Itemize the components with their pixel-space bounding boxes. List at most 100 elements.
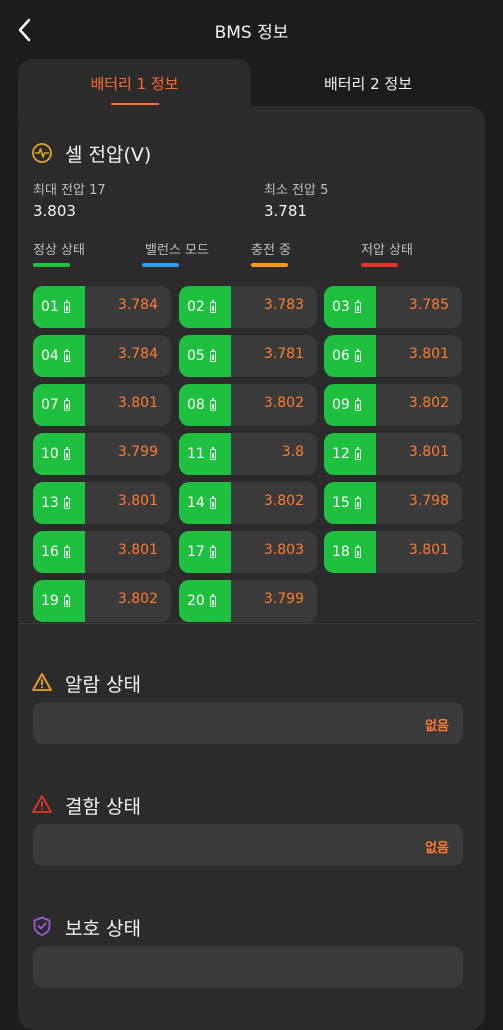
cell-voltage-value: 3.798 bbox=[408, 493, 449, 509]
cell-item[interactable]: 17 3.803 bbox=[179, 531, 317, 573]
legend-low-voltage-bar bbox=[361, 263, 398, 267]
cell-item[interactable]: 16 3.801 bbox=[33, 531, 171, 573]
cell-voltage-value: 3.801 bbox=[408, 346, 449, 362]
battery-icon bbox=[63, 299, 70, 313]
cell-item[interactable]: 19 3.802 bbox=[33, 580, 171, 622]
cell-number: 09 bbox=[332, 397, 350, 413]
cell-item[interactable]: 06 3.801 bbox=[324, 335, 462, 377]
cell-number: 05 bbox=[187, 348, 205, 364]
cell-number-block: 03 bbox=[324, 286, 376, 328]
cell-number: 13 bbox=[41, 495, 59, 511]
cell-item[interactable]: 12 3.801 bbox=[324, 433, 462, 475]
fault-status-value: 없음 bbox=[425, 841, 449, 856]
alarm-status-title: 알람 상태 bbox=[65, 674, 141, 696]
protection-status-box bbox=[33, 946, 463, 988]
cell-number: 02 bbox=[187, 299, 205, 315]
alarm-status-box: 없음 bbox=[33, 702, 463, 744]
warning-icon bbox=[31, 793, 53, 815]
cell-item[interactable]: 03 3.785 bbox=[324, 286, 462, 328]
cell-number-block: 05 bbox=[179, 335, 231, 377]
cell-number: 19 bbox=[41, 593, 59, 609]
cell-item[interactable]: 04 3.784 bbox=[33, 335, 171, 377]
battery-icon bbox=[209, 544, 216, 558]
cell-voltage-value: 3.801 bbox=[117, 395, 158, 411]
cell-voltage-value: 3.799 bbox=[117, 444, 158, 460]
cell-number: 04 bbox=[41, 348, 59, 364]
tab-battery-1[interactable]: 배터리 1 정보 bbox=[18, 73, 251, 94]
fault-status-title: 결함 상태 bbox=[65, 796, 141, 818]
legend-balance-bar bbox=[142, 263, 179, 267]
cell-number-block: 16 bbox=[33, 531, 85, 573]
cell-number-block: 08 bbox=[179, 384, 231, 426]
battery-icon bbox=[209, 397, 216, 411]
cell-number-block: 07 bbox=[33, 384, 85, 426]
legend-normal-bar bbox=[33, 263, 70, 267]
cell-number-block: 06 bbox=[324, 335, 376, 377]
battery-icon bbox=[354, 544, 361, 558]
battery-icon bbox=[63, 446, 70, 460]
max-voltage-label: 최대 전압 17 bbox=[33, 183, 106, 198]
cell-voltage-value: 3.801 bbox=[408, 444, 449, 460]
cell-item[interactable]: 13 3.801 bbox=[33, 482, 171, 524]
legend-charging-bar bbox=[251, 263, 288, 267]
battery-icon bbox=[354, 495, 361, 509]
cell-number-block: 11 bbox=[179, 433, 231, 475]
cell-number-block: 18 bbox=[324, 531, 376, 573]
cell-item[interactable]: 08 3.802 bbox=[179, 384, 317, 426]
alarm-status-value: 없음 bbox=[425, 719, 449, 734]
legend-low-voltage-label: 저압 상태 bbox=[361, 243, 413, 258]
cell-number: 15 bbox=[332, 495, 350, 511]
cell-number-block: 13 bbox=[33, 482, 85, 524]
cell-voltage-value: 3.802 bbox=[117, 591, 158, 607]
cell-item[interactable]: 11 3.8 bbox=[179, 433, 317, 475]
cell-number: 12 bbox=[332, 446, 350, 462]
cell-item[interactable]: 14 3.802 bbox=[179, 482, 317, 524]
battery-icon bbox=[209, 446, 216, 460]
cell-number-block: 01 bbox=[33, 286, 85, 328]
cell-item[interactable]: 18 3.801 bbox=[324, 531, 462, 573]
cell-number: 03 bbox=[332, 299, 350, 315]
cell-voltage-value: 3.785 bbox=[408, 297, 449, 313]
pulse-icon bbox=[31, 142, 53, 164]
cell-number: 16 bbox=[41, 544, 59, 560]
cell-number: 10 bbox=[41, 446, 59, 462]
cell-item[interactable]: 20 3.799 bbox=[179, 580, 317, 622]
cell-voltage-value: 3.784 bbox=[117, 297, 158, 313]
cell-item[interactable]: 01 3.784 bbox=[33, 286, 171, 328]
cell-item[interactable]: 09 3.802 bbox=[324, 384, 462, 426]
cell-number-block: 04 bbox=[33, 335, 85, 377]
page-title: BMS 정보 bbox=[214, 23, 289, 43]
min-voltage-value: 3.781 bbox=[264, 202, 307, 220]
cell-voltage-value: 3.801 bbox=[117, 493, 158, 509]
cell-item[interactable]: 02 3.783 bbox=[179, 286, 317, 328]
cell-voltage-value: 3.8 bbox=[281, 444, 304, 460]
cell-voltage-value: 3.799 bbox=[263, 591, 304, 607]
cell-number: 08 bbox=[187, 397, 205, 413]
battery-icon bbox=[209, 495, 216, 509]
min-voltage-label: 최소 전압 5 bbox=[264, 183, 329, 198]
cell-voltage-value: 3.802 bbox=[408, 395, 449, 411]
battery-icon bbox=[63, 544, 70, 558]
battery-icon bbox=[354, 446, 361, 460]
battery-icon bbox=[63, 495, 70, 509]
battery-icon bbox=[209, 299, 216, 313]
cell-number-block: 12 bbox=[324, 433, 376, 475]
protection-status-title: 보호 상태 bbox=[65, 918, 141, 940]
shield-icon bbox=[31, 915, 53, 937]
cell-voltage-value: 3.781 bbox=[263, 346, 304, 362]
cell-item[interactable]: 15 3.798 bbox=[324, 482, 462, 524]
cell-number-block: 19 bbox=[33, 580, 85, 622]
cell-voltage-value: 3.784 bbox=[117, 346, 158, 362]
battery-icon bbox=[209, 348, 216, 362]
tab-active-indicator bbox=[111, 103, 159, 105]
cell-voltage-value: 3.801 bbox=[408, 542, 449, 558]
tab-battery-2[interactable]: 배터리 2 정보 bbox=[251, 73, 485, 94]
cell-voltage-value: 3.801 bbox=[117, 542, 158, 558]
cell-number-block: 17 bbox=[179, 531, 231, 573]
cell-item[interactable]: 10 3.799 bbox=[33, 433, 171, 475]
cell-number-block: 02 bbox=[179, 286, 231, 328]
legend-charging-label: 충전 중 bbox=[251, 243, 292, 258]
cell-item[interactable]: 05 3.781 bbox=[179, 335, 317, 377]
cell-number-block: 09 bbox=[324, 384, 376, 426]
cell-item[interactable]: 07 3.801 bbox=[33, 384, 171, 426]
